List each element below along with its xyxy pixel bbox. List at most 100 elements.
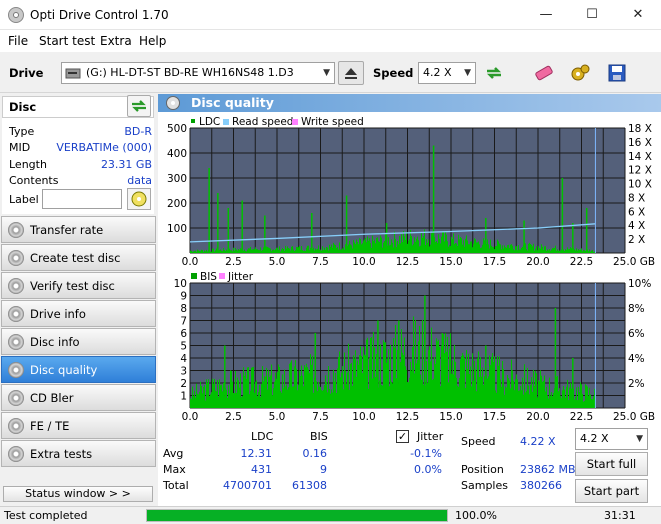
nav-extra-tests[interactable]: Extra tests (1, 440, 156, 467)
disc-icon (8, 418, 24, 434)
x-tick-label: 20.0 (526, 411, 549, 423)
jitter-checkbox[interactable]: ✓ (396, 430, 409, 443)
test-speed-select[interactable]: 4.2 X ▼ (575, 428, 648, 450)
ldc-plot-area: 500 400 300 200 100 18 X 16 X 14 X 12 X 10 X8 X 6 … (167, 123, 655, 268)
menu-file[interactable]: File (8, 34, 28, 48)
refresh-arrows-icon (132, 100, 146, 112)
stats-avg-label: Avg (163, 447, 184, 460)
legend-bis-swatch (191, 273, 197, 279)
x-tick-label: 5.0 (269, 411, 286, 423)
nav-create-test-disc[interactable]: Create test disc (1, 244, 156, 271)
stats-max-jitter: 0.0% (414, 463, 442, 476)
x-tick-label: 12.5 (396, 256, 419, 268)
eject-icon (345, 68, 357, 79)
x-tick-label: 22.5 (570, 411, 593, 423)
settings-button[interactable] (568, 61, 594, 85)
disc-icon (166, 96, 180, 110)
speed-label: Speed (373, 66, 414, 80)
nav-drive-info[interactable]: Drive info (1, 300, 156, 327)
window-title: Opti Drive Control 1.70 (30, 8, 169, 22)
start-part-button[interactable]: Start part (575, 479, 648, 503)
nav-verify-test-disc[interactable]: Verify test disc (1, 272, 156, 299)
y-tick-label: 7 (180, 316, 187, 328)
chevron-down-icon: ▼ (636, 434, 643, 444)
disc-refresh-button[interactable] (127, 95, 151, 117)
disc-label-apply-button[interactable] (127, 188, 151, 210)
refresh-arrows-icon (486, 67, 502, 79)
stats-avg-bis: 0.16 (302, 447, 328, 460)
disc-quality-header: Disc quality (158, 94, 661, 112)
y2-tick-label: 18 X (628, 123, 652, 135)
disc-icon (8, 334, 24, 350)
disc-type-label: Type (9, 125, 35, 138)
start-full-button[interactable]: Start full (575, 452, 648, 476)
y-tick-label: 200 (167, 198, 187, 210)
y-tick-label: 400 (167, 148, 187, 160)
speed-select[interactable]: 4.2 X ▼ (418, 62, 476, 84)
y-tick-label: 500 (167, 123, 187, 135)
status-bar: Test completed 100.0% 31:31 (0, 506, 661, 524)
y2-tick-label: 8 X (628, 192, 645, 204)
y-tick-label: 6 (180, 328, 187, 340)
y2-tick-label: 2 X (628, 234, 645, 246)
y-tick-label: 5 (180, 341, 187, 353)
samples-value: 380266 (520, 479, 562, 492)
stats-total-bis: 61308 (292, 479, 327, 492)
menu-start-test[interactable]: Start test (39, 34, 95, 48)
elapsed-time: 31:31 (604, 509, 636, 522)
x-tick-label: 17.5 (483, 411, 506, 423)
disc-label-input[interactable] (42, 189, 122, 209)
close-button[interactable]: ✕ (615, 0, 661, 30)
menu-bar: File Start test Extra Help (0, 30, 661, 52)
maximize-button[interactable]: ☐ (569, 0, 615, 30)
stats-max-ldc: 431 (251, 463, 272, 476)
eject-button[interactable] (338, 61, 364, 85)
x-tick-label: 2.5 (225, 256, 242, 268)
x-tick-label: 7.5 (312, 256, 329, 268)
nav-transfer-rate[interactable]: Transfer rate (1, 216, 156, 243)
menu-extra[interactable]: Extra (100, 34, 132, 48)
legend-write-speed: Write speed (301, 116, 364, 128)
stats-total-label: Total (163, 479, 189, 492)
disc-icon (8, 390, 24, 406)
drive-select[interactable]: (G:) HL-DT-ST BD-RE WH16NS48 1.D3 ▼ (61, 62, 335, 84)
y-tick-label: 1 (180, 391, 187, 403)
x-tick-label: 0.0 (182, 411, 199, 423)
status-window-button[interactable]: Status window > > (3, 486, 153, 502)
y-tick-label: 3 (180, 366, 187, 378)
y2-tick-label: 2% (628, 378, 645, 390)
x-tick-label: 5.0 (269, 256, 286, 268)
samples-label: Samples (461, 479, 508, 492)
title-bar: Opti Drive Control 1.70 — ☐ ✕ (0, 0, 661, 30)
progress-text: 100.0% (455, 509, 497, 522)
chevron-down-icon: ▼ (464, 68, 471, 78)
nav-disc-quality[interactable]: Disc quality (1, 356, 156, 383)
position-label: Position (461, 463, 504, 476)
disc-type-value: BD-R (124, 125, 152, 138)
legend-read-speed: Read speed (232, 116, 293, 128)
disc-header-title: Disc (9, 100, 37, 114)
y-tick-label: 9 (180, 291, 187, 303)
x-tick-label: 7.5 (312, 411, 329, 423)
menu-help[interactable]: Help (139, 34, 166, 48)
speed-readout-value: 4.22 X (520, 435, 556, 448)
nav-fe-te[interactable]: FE / TE (1, 412, 156, 439)
y2-tick-label: 4 X (628, 220, 645, 232)
refresh-speed-button[interactable] (481, 61, 507, 85)
save-button[interactable] (604, 61, 630, 85)
nav-disc-info[interactable]: Disc info (1, 328, 156, 355)
minimize-button[interactable]: — (523, 0, 569, 30)
y-tick-label: 8 (180, 303, 187, 315)
y-tick-label: 300 (167, 173, 187, 185)
y2-tick-label: 16 X (628, 137, 652, 149)
stats-total-ldc: 4700701 (223, 479, 272, 492)
toolbar: Drive (G:) HL-DT-ST BD-RE WH16NS48 1.D3 … (0, 53, 661, 93)
x-tick-label: 12.5 (396, 411, 419, 423)
y2-tick-label: 10 X (628, 179, 652, 191)
legend-read-speed-swatch (223, 119, 229, 125)
x-tick-label: 20.0 (526, 256, 549, 268)
x-tick-label: 17.5 (483, 256, 506, 268)
erase-button[interactable] (531, 61, 557, 85)
disc-mid-value: VERBATIMe (000) (56, 141, 152, 154)
nav-cd-bler[interactable]: CD Bler (1, 384, 156, 411)
